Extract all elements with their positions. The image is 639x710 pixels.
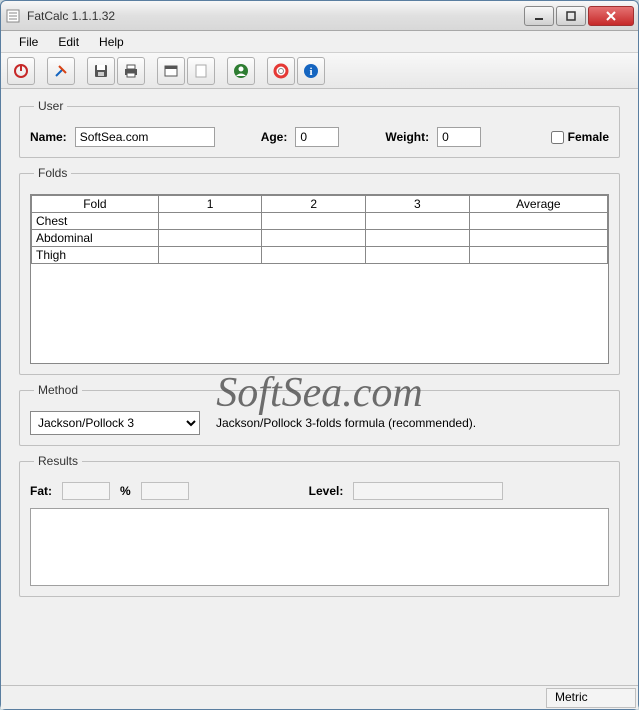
name-label: Name:: [30, 130, 67, 144]
lifebuoy-button[interactable]: [267, 57, 295, 85]
folds-table-container: Fold 1 2 3 Average Chest: [30, 194, 609, 364]
fat-label: Fat:: [30, 484, 52, 498]
col-fold[interactable]: Fold: [32, 196, 159, 213]
method-select[interactable]: Jackson/Pollock 3: [30, 411, 200, 435]
titlebar[interactable]: FatCalc 1.1.1.32: [1, 1, 638, 31]
col-3[interactable]: 3: [366, 196, 470, 213]
age-input[interactable]: [295, 127, 339, 147]
cell[interactable]: [366, 247, 470, 264]
save-button[interactable]: [87, 57, 115, 85]
cell-label[interactable]: Abdominal: [32, 230, 159, 247]
fat-value: [62, 482, 110, 500]
weight-label: Weight:: [385, 130, 429, 144]
cell[interactable]: [158, 247, 262, 264]
maximize-button[interactable]: [556, 6, 586, 26]
window-title: FatCalc 1.1.1.32: [27, 9, 524, 23]
menubar: File Edit Help: [1, 31, 638, 53]
table-row: Thigh: [32, 247, 608, 264]
cell-label[interactable]: Chest: [32, 213, 159, 230]
window-button[interactable]: [157, 57, 185, 85]
cell[interactable]: [469, 213, 607, 230]
cell[interactable]: [158, 230, 262, 247]
method-description: Jackson/Pollock 3-folds formula (recomme…: [216, 416, 476, 430]
results-notes[interactable]: [30, 508, 609, 586]
col-2[interactable]: 2: [262, 196, 366, 213]
user-group: User Name: Age: Weight: Female: [19, 99, 620, 158]
results-group: Results Fat: % Level:: [19, 454, 620, 597]
cell[interactable]: [469, 247, 607, 264]
close-button[interactable]: [588, 6, 634, 26]
female-label: Female: [568, 130, 609, 144]
cell[interactable]: [262, 230, 366, 247]
results-legend: Results: [34, 454, 82, 468]
age-label: Age:: [261, 130, 288, 144]
female-checkbox[interactable]: [551, 131, 564, 144]
col-1[interactable]: 1: [158, 196, 262, 213]
cell[interactable]: [262, 213, 366, 230]
status-metric: Metric: [546, 688, 636, 708]
toolbar: i: [1, 53, 638, 89]
info-button[interactable]: i: [297, 57, 325, 85]
table-row: Chest: [32, 213, 608, 230]
svg-text:i: i: [309, 66, 312, 78]
method-group: Method Jackson/Pollock 3 Jackson/Pollock…: [19, 383, 620, 446]
content-area: SoftSea.com User Name: Age: Weight: Fema…: [1, 89, 638, 685]
user-button[interactable]: [227, 57, 255, 85]
cell[interactable]: [366, 213, 470, 230]
weight-input[interactable]: [437, 127, 481, 147]
col-avg[interactable]: Average: [469, 196, 607, 213]
menu-file[interactable]: File: [9, 33, 48, 51]
percent-value: [141, 482, 189, 500]
power-button[interactable]: [7, 57, 35, 85]
percent-label: %: [120, 484, 131, 498]
level-value: [353, 482, 503, 500]
minimize-button[interactable]: [524, 6, 554, 26]
app-window: FatCalc 1.1.1.32 File Edit Help i SoftSe…: [0, 0, 639, 710]
folds-group: Folds Fold 1 2 3 Average Che: [19, 166, 620, 375]
table-row: Abdominal: [32, 230, 608, 247]
method-legend: Method: [34, 383, 82, 397]
cell[interactable]: [262, 247, 366, 264]
statusbar: Metric: [1, 685, 638, 709]
name-input[interactable]: [75, 127, 215, 147]
menu-help[interactable]: Help: [89, 33, 134, 51]
app-icon: [5, 8, 21, 24]
cell-label[interactable]: Thigh: [32, 247, 159, 264]
menu-edit[interactable]: Edit: [48, 33, 89, 51]
folds-legend: Folds: [34, 166, 71, 180]
tools-button[interactable]: [47, 57, 75, 85]
cell[interactable]: [469, 230, 607, 247]
folds-table[interactable]: Fold 1 2 3 Average Chest: [31, 195, 608, 264]
cell[interactable]: [158, 213, 262, 230]
blank-button[interactable]: [187, 57, 215, 85]
user-legend: User: [34, 99, 67, 113]
level-label: Level:: [309, 484, 344, 498]
cell[interactable]: [366, 230, 470, 247]
print-button[interactable]: [117, 57, 145, 85]
